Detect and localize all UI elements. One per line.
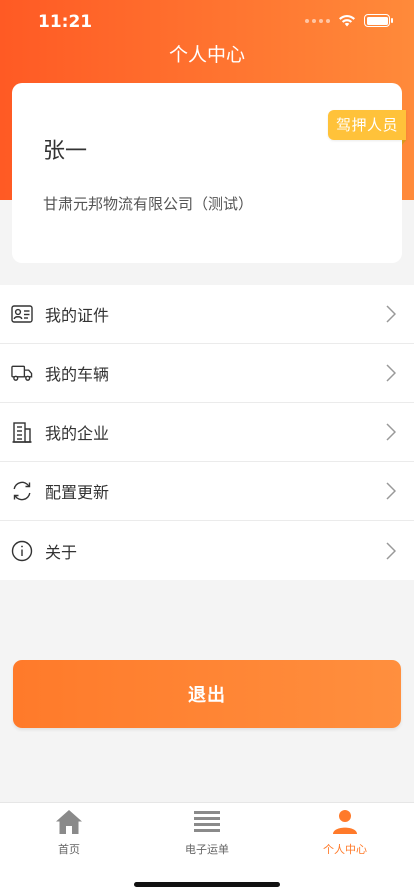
status-indicators [305, 14, 393, 27]
truck-icon [11, 362, 33, 384]
list-icon [194, 811, 220, 832]
user-icon [333, 810, 357, 834]
wifi-icon [339, 14, 355, 27]
user-name: 张一 [43, 139, 88, 164]
tab-label: 首页 [58, 843, 80, 856]
menu-item-about[interactable]: 关于 [0, 521, 414, 580]
home-icon [56, 810, 82, 834]
home-indicator [134, 882, 280, 887]
menu-label: 我的车辆 [45, 365, 110, 384]
chevron-right-icon [386, 364, 396, 382]
info-icon [11, 540, 33, 562]
tab-label: 个人中心 [323, 843, 367, 856]
menu-label: 我的证件 [45, 306, 110, 325]
status-time: 11:21 [38, 12, 93, 32]
chevron-right-icon [386, 305, 396, 323]
profile-card: 张一 甘肃元邦物流有限公司（测试） 驾押人员 [12, 83, 407, 263]
menu-label: 我的企业 [45, 424, 110, 443]
menu-label: 配置更新 [45, 483, 110, 502]
menu-item-my-company[interactable]: 我的企业 [0, 403, 414, 462]
battery-icon [364, 14, 393, 27]
menu-item-config-update[interactable]: 配置更新 [0, 462, 414, 521]
menu-item-my-vehicles[interactable]: 我的车辆 [0, 344, 414, 403]
tab-waybill[interactable]: 电子运单 [138, 803, 276, 863]
refresh-icon [11, 480, 33, 502]
logout-button[interactable]: 退出 [13, 660, 401, 728]
company-name: 甘肃元邦物流有限公司（测试） [43, 195, 254, 213]
chevron-right-icon [386, 541, 396, 560]
page-title: 个人中心 [168, 44, 245, 66]
menu-item-my-certificates[interactable]: 我的证件 [0, 285, 414, 344]
menu-label: 关于 [45, 542, 78, 562]
id-card-icon [11, 303, 33, 325]
chevron-right-icon [386, 423, 396, 441]
role-badge: 驾押人员 [327, 110, 407, 145]
status-bar: 11:21 [0, 0, 414, 44]
menu-list: 我的证件 我的车辆 我的企业 配置更新 关于 [0, 285, 414, 580]
tab-label: 电子运单 [185, 843, 229, 856]
tab-home[interactable]: 首页 [0, 803, 138, 863]
building-icon [11, 421, 33, 443]
chevron-right-icon [386, 482, 396, 500]
signal-icon [305, 18, 330, 23]
tab-profile[interactable]: 个人中心 [276, 803, 414, 863]
